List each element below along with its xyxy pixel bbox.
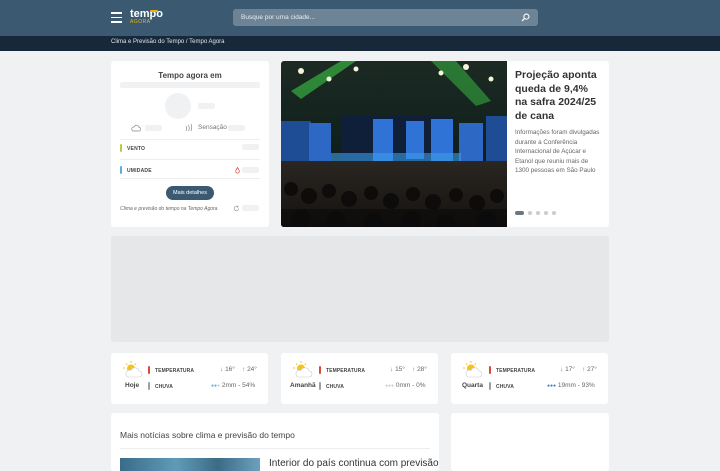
rain-label: CHUVA [496, 384, 514, 390]
more-news-card: Mais notícias sobre clima e previsão do … [111, 413, 439, 471]
divider [120, 159, 260, 160]
max-value: 24° [247, 366, 257, 373]
top-header: tempo AGORA [0, 0, 720, 36]
day-name: Hoje [125, 382, 140, 389]
rain-value: ●●● 0mm - 0% [385, 382, 426, 389]
rain-value: ●●● 19mm - 93% [547, 382, 595, 389]
divider [120, 139, 260, 140]
sensation-label: Sensação [198, 124, 227, 131]
humidity-bar [120, 166, 122, 174]
hamburger-menu-icon[interactable] [111, 12, 122, 23]
partly-cloudy-icon [463, 361, 483, 378]
min-temperature: ↓ 17° [560, 366, 575, 373]
rain-drops-icon: ●●● [385, 383, 395, 389]
carousel-dot[interactable] [536, 211, 540, 215]
rain-value: ●●● 2mm - 54% [211, 382, 255, 389]
temperature-bar [489, 366, 491, 374]
rain-text: 0mm - 0% [395, 382, 426, 389]
wind-bar [120, 144, 122, 152]
weather-icon-placeholder [165, 93, 191, 119]
sensation-placeholder [228, 125, 245, 131]
search-input[interactable] [241, 9, 511, 26]
forecast-card-wednesday[interactable]: Quarta TEMPERATURA ↓ 17° ↑ 27° CHUVA ●●●… [451, 353, 608, 404]
temperature-placeholder [198, 103, 215, 109]
max-temperature: ↑ 28° [412, 366, 427, 373]
forecast-card-today[interactable]: Hoje TEMPERATURA ↓ 16° ↑ 24° CHUVA ●●● 2… [111, 353, 268, 404]
temperature-bar [148, 366, 150, 374]
humidity-placeholder [242, 167, 259, 173]
divider [120, 448, 430, 449]
arrow-down-icon: ↓ [560, 366, 564, 373]
carousel-dot[interactable] [528, 211, 532, 215]
featured-news-photo[interactable] [281, 61, 507, 227]
rain-bar [148, 382, 150, 390]
more-news-title: Mais notícias sobre clima e previsão do … [120, 430, 295, 440]
humidity-label: UMIDADE [127, 168, 152, 174]
arrow-down-icon: ↓ [390, 366, 394, 373]
rain-drops-icon: ● [217, 383, 221, 389]
min-value: 15° [395, 366, 405, 373]
wind-label: VENTO [127, 146, 146, 152]
search-icon[interactable] [521, 13, 530, 22]
current-weather-card: Tempo agora em Sensação VENTO UMIDADE Ma… [111, 61, 269, 227]
max-temperature: ↑ 27° [582, 366, 597, 373]
divider [120, 178, 260, 179]
rain-label: CHUVA [326, 384, 344, 390]
carousel-dots [515, 211, 556, 215]
min-value: 17° [565, 366, 575, 373]
featured-news-description: Informações foram divulgadas durante a C… [515, 129, 600, 174]
max-temperature: ↑ 24° [242, 366, 257, 373]
arrow-down-icon: ↓ [220, 366, 224, 373]
site-logo[interactable]: tempo AGORA [130, 9, 163, 26]
min-value: 16° [225, 366, 235, 373]
ad-placeholder [111, 236, 609, 342]
day-name: Amanhã [290, 382, 316, 389]
temperature-label: TEMPERATURA [155, 368, 195, 374]
arrow-up-icon: ↑ [412, 366, 416, 373]
day-name: Quarta [462, 382, 483, 389]
rain-bar [489, 382, 491, 390]
more-details-button[interactable]: Mais detalhes [166, 186, 214, 200]
breadcrumb-bar [0, 36, 720, 51]
temperature-bar [319, 366, 321, 374]
partly-cloudy-icon [293, 361, 313, 378]
arrow-up-icon: ↑ [582, 366, 586, 373]
carousel-dot[interactable] [552, 211, 556, 215]
search-box [233, 9, 538, 26]
max-value: 28° [417, 366, 427, 373]
max-value: 27° [587, 366, 597, 373]
rain-bar [319, 382, 321, 390]
news-thumbnail[interactable] [120, 458, 260, 471]
carousel-dot[interactable] [515, 211, 524, 215]
current-weather-title: Tempo agora em [158, 71, 222, 80]
sidebar-card [451, 413, 609, 471]
news-headline[interactable]: Interior do país continua com previsão [269, 458, 439, 469]
arrow-up-icon: ↑ [242, 366, 246, 373]
city-placeholder [120, 82, 260, 88]
featured-news-title[interactable]: Projeção aponta queda de 9,4% na safra 2… [515, 69, 603, 123]
partly-cloudy-icon [123, 361, 143, 378]
carousel-dot[interactable] [544, 211, 548, 215]
rain-label: CHUVA [155, 384, 173, 390]
min-temperature: ↓ 15° [390, 366, 405, 373]
rain-text: 19mm - 93% [557, 382, 595, 389]
temperature-label: TEMPERATURA [496, 368, 536, 374]
current-weather-footer: Clima e previsão do tempo na Tempo Agora [120, 206, 218, 212]
condition-placeholder [145, 125, 162, 131]
rain-text: 2mm - 54% [221, 382, 256, 389]
wind-icon [185, 123, 193, 132]
update-placeholder [242, 205, 259, 211]
featured-news-card[interactable]: Projeção aponta queda de 9,4% na safra 2… [281, 61, 609, 227]
logo-dots-icon [150, 10, 158, 12]
humidity-drop-icon [235, 167, 240, 174]
rain-drops-icon: ●●● [547, 383, 557, 389]
min-temperature: ↓ 16° [220, 366, 235, 373]
forecast-card-tomorrow[interactable]: Amanhã TEMPERATURA ↓ 15° ↑ 28° CHUVA ●●●… [281, 353, 438, 404]
cloud-icon [131, 124, 141, 132]
wind-placeholder [242, 144, 259, 150]
refresh-icon[interactable] [233, 205, 240, 212]
breadcrumb[interactable]: Clima e Previsão do Tempo / Tempo Agora [111, 39, 225, 45]
temperature-label: TEMPERATURA [326, 368, 366, 374]
